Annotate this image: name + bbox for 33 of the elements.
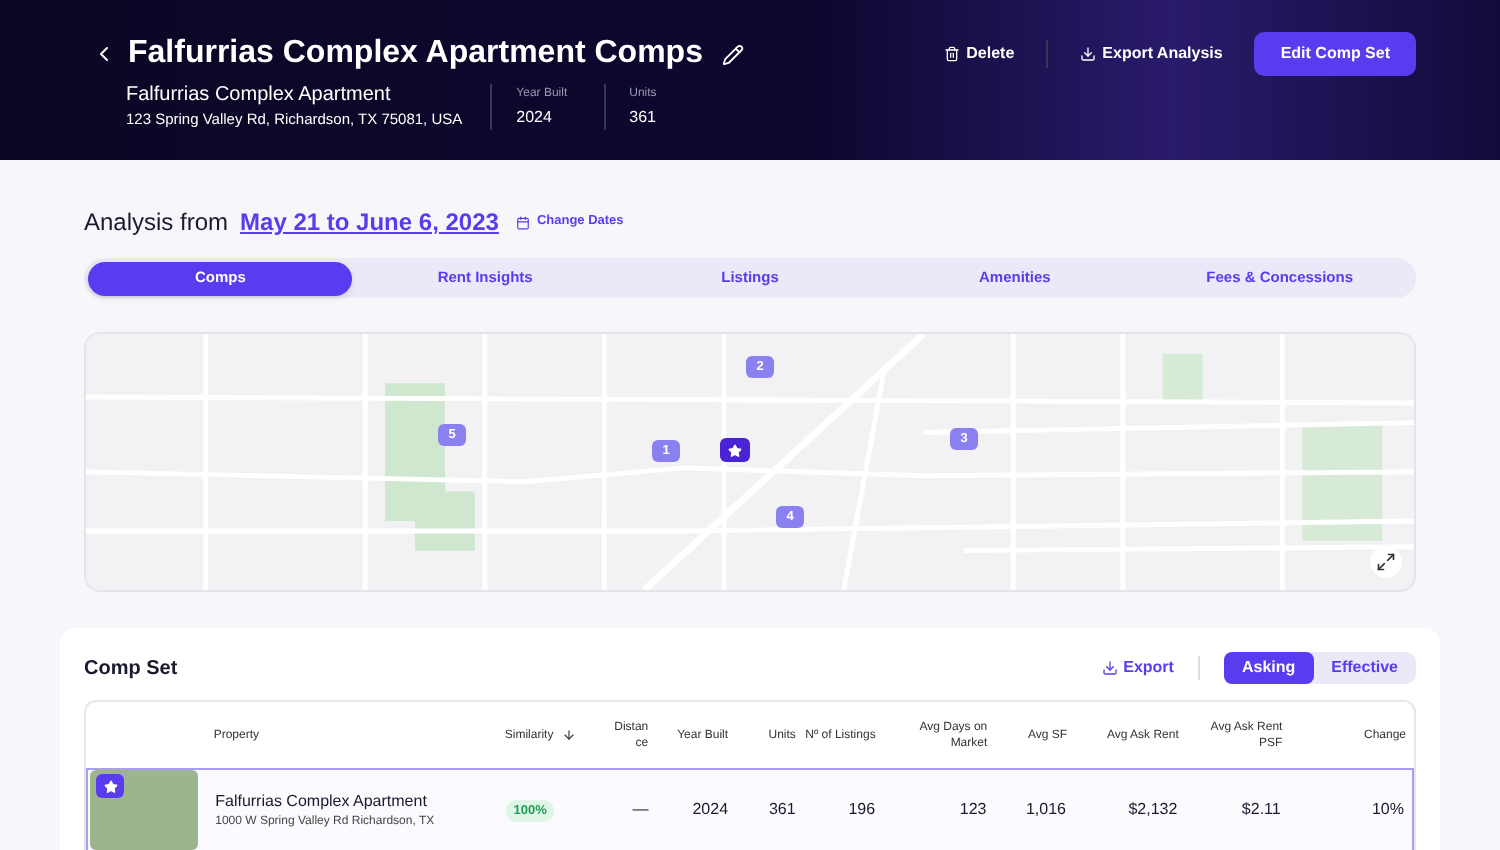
calendar-icon xyxy=(516,215,531,229)
trash-icon xyxy=(944,46,961,62)
edit-comp-set-button[interactable]: Edit Comp Set xyxy=(1254,32,1416,76)
download-icon xyxy=(1080,46,1097,62)
star-icon xyxy=(728,443,742,457)
star-map-marker[interactable] xyxy=(720,438,750,462)
property-name: Falfurrias Complex Apartment xyxy=(215,789,429,811)
sort-icon[interactable] xyxy=(561,727,576,741)
expand-icon xyxy=(1376,552,1396,572)
table-cell: 123 xyxy=(959,798,987,822)
export-analysis-button[interactable]: Export Analysis xyxy=(1068,32,1235,76)
star-icon xyxy=(103,779,117,793)
table-cell: $2,132 xyxy=(1128,798,1178,822)
page-title: Falfurrias Complex Apartment Comps xyxy=(128,34,703,74)
date-range-link[interactable]: May 21 to June 6, 2023 xyxy=(240,204,499,240)
table-cell: $2.11 xyxy=(1241,798,1281,822)
edit-icon[interactable] xyxy=(722,43,745,65)
table-cell: 1,016 xyxy=(1025,798,1067,822)
comp-set-title: Comp Set xyxy=(84,655,178,683)
stat-value: 361 xyxy=(629,106,657,130)
stat-value: 2024 xyxy=(516,106,554,130)
property-name: Falfurrias Complex Apartment xyxy=(126,82,393,108)
toggle-option[interactable]: Asking xyxy=(1223,652,1314,684)
table-cell: 2024 xyxy=(692,798,729,822)
analysis-label: Analysis from xyxy=(84,206,229,240)
export-button[interactable]: Export xyxy=(1101,656,1174,680)
table-cell: 361 xyxy=(768,798,796,822)
table-cell: — xyxy=(632,798,649,822)
download-icon xyxy=(1101,660,1118,676)
table-cell: 196 xyxy=(848,798,876,822)
delete-button[interactable]: Delete xyxy=(932,32,1027,76)
toggle-option[interactable]: Effective xyxy=(1313,652,1416,684)
table-cell: 10% xyxy=(1371,798,1404,822)
